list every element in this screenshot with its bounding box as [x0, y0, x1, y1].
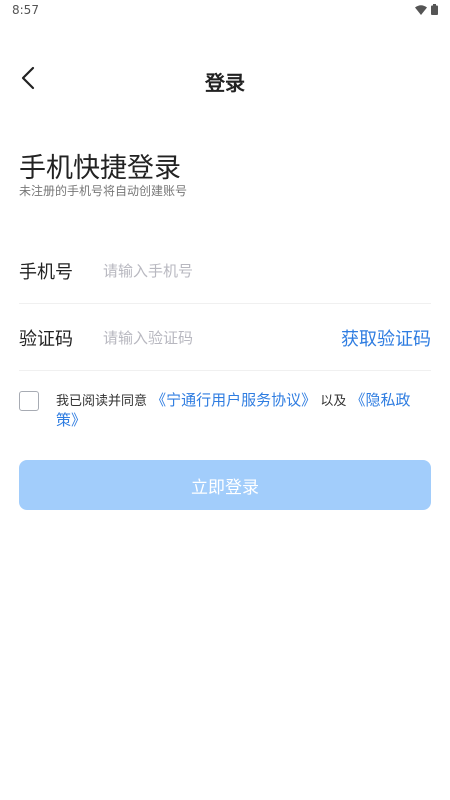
phone-label: 手机号 — [19, 262, 73, 283]
agreement-text: 我已阅读并同意 《宁通行用户服务协议》 以及 《隐私政策》 — [56, 391, 431, 431]
get-code-button[interactable]: 获取验证码 — [341, 325, 431, 351]
wifi-icon — [415, 4, 427, 15]
agreement-prefix: 我已阅读并同意 — [56, 394, 148, 409]
phone-row: 手机号 — [19, 238, 431, 304]
battery-icon — [431, 4, 438, 15]
status-time: 8:57 — [12, 3, 39, 17]
login-button[interactable]: 立即登录 — [19, 460, 431, 510]
page-title: 登录 — [205, 71, 245, 95]
code-row: 验证码 获取验证码 — [19, 305, 431, 371]
code-label: 验证码 — [19, 329, 73, 350]
status-icons — [415, 4, 438, 15]
user-agreement-link[interactable]: 《宁通行用户服务协议》 — [151, 391, 316, 409]
phone-input[interactable] — [103, 256, 313, 286]
agreement-conjunction: 以及 — [320, 394, 347, 409]
code-input[interactable] — [103, 323, 313, 353]
status-bar: 8:57 — [0, 0, 450, 22]
login-subheading: 未注册的手机号将自动创建账号 — [19, 184, 188, 198]
agreement-checkbox[interactable] — [19, 391, 39, 411]
nav-bar: 登录 — [0, 56, 450, 104]
login-heading: 手机快捷登录 — [19, 153, 181, 184]
